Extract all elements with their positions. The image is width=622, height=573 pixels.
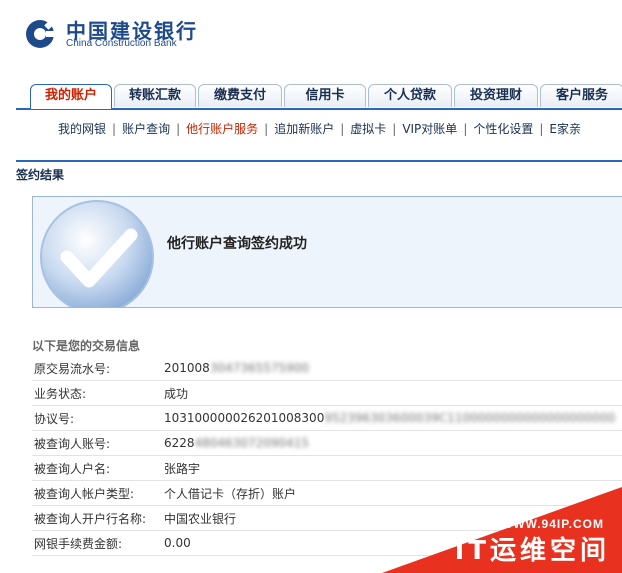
tab-transfer[interactable]: 转账汇款	[114, 84, 196, 107]
value-visible: 成功	[164, 386, 189, 401]
row-label: 被查询人开户行名称:	[32, 505, 164, 531]
tab-investment[interactable]: 投资理财	[454, 84, 538, 107]
subnav-separator: |	[112, 122, 117, 136]
subnav-personalization[interactable]: 个性化设置	[473, 122, 533, 136]
bank-name-en: China Construction Bank	[66, 38, 177, 49]
tab-customer-service[interactable]: 客户服务	[540, 84, 622, 107]
value-visible: 103100000026201008300	[164, 411, 325, 425]
value-visible: 个人借记卡（存折）账户	[164, 486, 297, 501]
value-masked: 480463072090415	[194, 436, 310, 450]
section-title: 签约结果	[16, 168, 65, 182]
tab-my-account[interactable]: 我的账户	[30, 84, 112, 109]
row-value: 6228480463072090415	[164, 430, 622, 456]
value-visible: 张路宇	[164, 461, 201, 476]
row-value: 成功	[164, 380, 622, 406]
ccb-logo-icon	[26, 19, 56, 48]
row-value: 2010083047365575900	[164, 356, 622, 381]
table-row: 被查询人户名: 张路宇	[32, 455, 622, 481]
value-masked: 3047365575900	[209, 361, 310, 375]
info-title: 以下是您的交易信息	[32, 339, 141, 353]
table-row: 业务状态: 成功	[32, 380, 622, 406]
watermark-name: IT运维空间	[454, 536, 610, 566]
subnav-separator: |	[340, 122, 345, 136]
subnav-add-account[interactable]: 追加新账户	[274, 122, 334, 136]
row-label: 原交易流水号:	[32, 356, 164, 381]
section-divider	[16, 160, 622, 162]
subnav-virtual-card[interactable]: 虚拟卡	[350, 122, 386, 136]
check-icon	[40, 200, 154, 307]
subnav-separator: |	[463, 122, 468, 136]
tab-personal-loan[interactable]: 个人贷款	[368, 84, 452, 107]
row-label: 被查询人户名:	[32, 455, 164, 481]
page-header: 中国建设银行 China Construction Bank	[0, 0, 622, 66]
value-visible: 中国农业银行	[164, 511, 237, 526]
subnav-my-ebank[interactable]: 我的网银	[58, 122, 106, 136]
value-visible: 6228	[164, 436, 195, 450]
value-visible: 201008	[164, 361, 210, 375]
subnav-vip-statement[interactable]: VIP对账单	[402, 122, 457, 136]
subnav-separator: |	[392, 122, 397, 136]
sub-navigation: 我的网银 | 账户查询 | 他行账户服务 | 追加新账户 | 虚拟卡 | VIP对账单 | 个性化设置 |…	[58, 120, 622, 138]
main-tabbar: 我的账户 转账汇款 缴费支付 信用卡 个人贷款 投资理财 客户服务	[16, 84, 622, 110]
subnav-e-family[interactable]: E家亲	[549, 122, 581, 136]
row-label: 协议号:	[32, 405, 164, 431]
subnav-separator: |	[176, 122, 181, 136]
result-message: 他行账户查询签约成功	[167, 236, 307, 252]
result-panel: 他行账户查询签约成功	[32, 196, 622, 308]
value-masked: 952396303600039C1100000000000000000000	[324, 411, 616, 425]
watermark-url: WWW.94IP.COM	[500, 517, 604, 531]
table-row: 被查询人账号: 6228480463072090415	[32, 430, 622, 456]
tab-credit-card[interactable]: 信用卡	[284, 84, 366, 107]
tab-payment[interactable]: 缴费支付	[198, 84, 282, 107]
table-row: 原交易流水号: 2010083047365575900	[32, 356, 622, 381]
subnav-separator: |	[539, 122, 544, 136]
value-visible: 0.00	[164, 536, 191, 550]
row-label: 网银手续费金额:	[32, 530, 164, 556]
row-label: 被查询人账号:	[32, 430, 164, 456]
row-value: 103100000026201008300952396303600039C110…	[164, 405, 622, 431]
row-label: 被查询人帐户类型:	[32, 480, 164, 506]
subnav-separator: |	[264, 122, 269, 136]
table-row: 协议号: 10310000002620100830095239630360003…	[32, 405, 622, 431]
subnav-account-query[interactable]: 账户查询	[122, 122, 170, 136]
row-label: 业务状态:	[32, 380, 164, 406]
row-value: 张路宇	[164, 455, 622, 481]
subnav-other-bank-service[interactable]: 他行账户服务	[186, 122, 258, 136]
